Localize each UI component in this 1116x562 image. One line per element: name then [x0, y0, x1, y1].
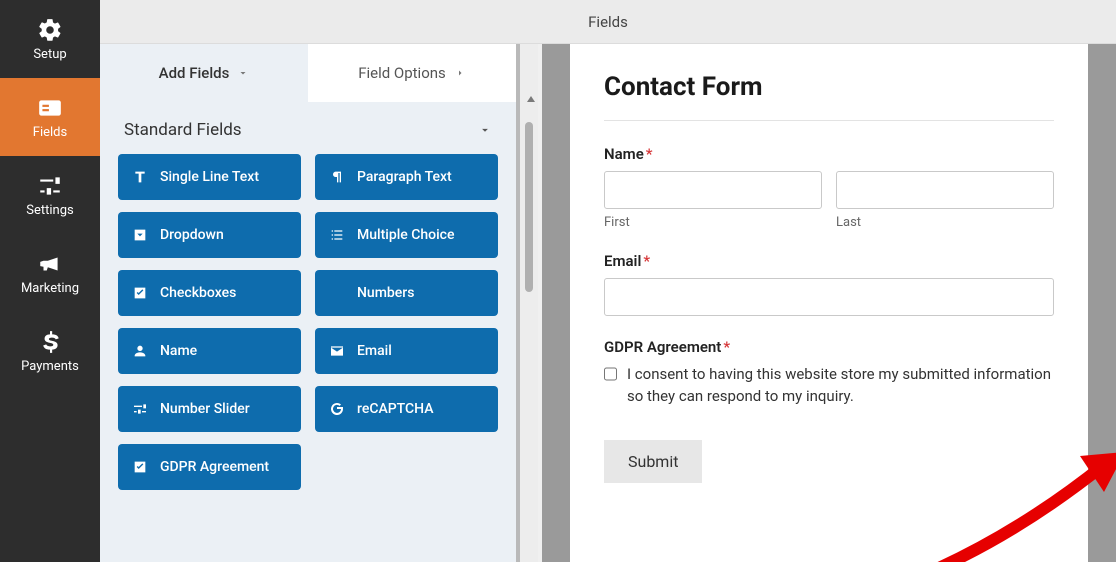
panel-scrollbar[interactable] [520, 44, 538, 562]
field-recaptcha[interactable]: reCAPTCHA [315, 386, 498, 432]
email-input[interactable] [604, 278, 1054, 316]
field-gdpr-agreement[interactable]: GDPR Agreement [118, 444, 301, 490]
content: Add Fields Field Options Standard Fields… [100, 44, 1116, 562]
sliders-icon [37, 173, 63, 199]
field-name[interactable]: Name [118, 328, 301, 374]
text-icon [132, 169, 148, 185]
field-label: GDPR Agreement [160, 459, 269, 475]
chevron-down-icon [478, 123, 492, 137]
required-mark: * [723, 338, 730, 356]
tab-label: Field Options [358, 64, 446, 82]
check-square-icon [132, 459, 148, 475]
paragraph-icon [329, 169, 345, 185]
field-label: Paragraph Text [357, 169, 452, 185]
envelope-icon [329, 343, 345, 359]
field-gdpr-block[interactable]: GDPR Agreement* I consent to having this… [604, 338, 1054, 408]
email-label: Email* [604, 252, 1054, 270]
field-multiple-choice[interactable]: Multiple Choice [315, 212, 498, 258]
field-label: reCAPTCHA [357, 401, 434, 417]
field-label: Email [357, 343, 392, 359]
field-paragraph-text[interactable]: Paragraph Text [315, 154, 498, 200]
field-numbers[interactable]: Numbers [315, 270, 498, 316]
fields-panel: Add Fields Field Options Standard Fields… [100, 44, 520, 562]
first-name-input[interactable] [604, 171, 822, 209]
field-email[interactable]: Email [315, 328, 498, 374]
field-name-block[interactable]: Name* First Last [604, 145, 1054, 230]
topbar: Fields [100, 0, 1116, 44]
form-card: Contact Form Name* First [570, 44, 1088, 562]
field-label: Multiple Choice [357, 227, 454, 243]
field-label: Numbers [357, 285, 414, 301]
section-title: Standard Fields [124, 120, 242, 140]
sliders-h-icon [132, 401, 148, 417]
last-name-input[interactable] [836, 171, 1054, 209]
tab-add-fields[interactable]: Add Fields [100, 44, 308, 102]
topbar-title: Fields [588, 13, 628, 31]
list-icon [329, 227, 345, 243]
panel-tabs: Add Fields Field Options [100, 44, 516, 102]
gdpr-label: GDPR Agreement* [604, 338, 1054, 356]
nav-label: Settings [26, 203, 73, 218]
nav-label: Fields [33, 125, 67, 140]
main: Fields Add Fields Field Options Standard… [100, 0, 1116, 562]
section-toggle[interactable]: Standard Fields [118, 102, 498, 154]
form-title: Contact Form [604, 72, 1054, 102]
chevron-down-icon [237, 67, 249, 79]
dollar-icon [37, 329, 63, 355]
tab-label: Add Fields [159, 64, 230, 82]
field-label: Name [160, 343, 197, 359]
left-nav: Setup Fields Settings Marketing Payments [0, 0, 100, 562]
nav-marketing[interactable]: Marketing [0, 234, 100, 312]
hash-icon [329, 285, 345, 301]
fields-grid: Single Line Text Paragraph Text Dropdown… [118, 154, 498, 510]
first-sublabel: First [604, 215, 822, 230]
nav-label: Marketing [21, 281, 79, 296]
google-g-icon [329, 401, 345, 417]
name-label: Name* [604, 145, 1054, 163]
fields-panel-wrap: Add Fields Field Options Standard Fields… [100, 44, 542, 562]
nav-payments[interactable]: Payments [0, 312, 100, 390]
consent-checkbox[interactable] [604, 366, 617, 382]
nav-label: Payments [21, 359, 79, 374]
tab-field-options[interactable]: Field Options [308, 44, 516, 102]
field-single-line-text[interactable]: Single Line Text [118, 154, 301, 200]
field-number-slider[interactable]: Number Slider [118, 386, 301, 432]
submit-button[interactable]: Submit [604, 440, 702, 483]
nav-settings[interactable]: Settings [0, 156, 100, 234]
section-standard-fields: Standard Fields Single Line Text Paragra… [100, 102, 516, 510]
field-checkboxes[interactable]: Checkboxes [118, 270, 301, 316]
gear-icon [37, 17, 63, 43]
field-dropdown[interactable]: Dropdown [118, 212, 301, 258]
bullhorn-icon [37, 251, 63, 277]
field-label: Single Line Text [160, 169, 259, 185]
caret-square-icon [132, 227, 148, 243]
form-preview: Contact Form Name* First [542, 44, 1116, 562]
required-mark: * [646, 145, 653, 163]
field-label: Number Slider [160, 401, 250, 417]
check-square-icon [132, 285, 148, 301]
chevron-right-icon [454, 67, 466, 79]
field-label: Dropdown [160, 227, 224, 243]
consent-text: I consent to having this website store m… [627, 364, 1054, 408]
field-label: Checkboxes [160, 285, 236, 301]
nav-fields[interactable]: Fields [0, 78, 100, 156]
required-mark: * [643, 252, 650, 270]
nav-setup[interactable]: Setup [0, 0, 100, 78]
divider [604, 120, 1054, 121]
nav-label: Setup [33, 47, 66, 62]
form-icon [37, 95, 63, 121]
last-sublabel: Last [836, 215, 1054, 230]
field-email-block[interactable]: Email* [604, 252, 1054, 316]
user-icon [132, 343, 148, 359]
